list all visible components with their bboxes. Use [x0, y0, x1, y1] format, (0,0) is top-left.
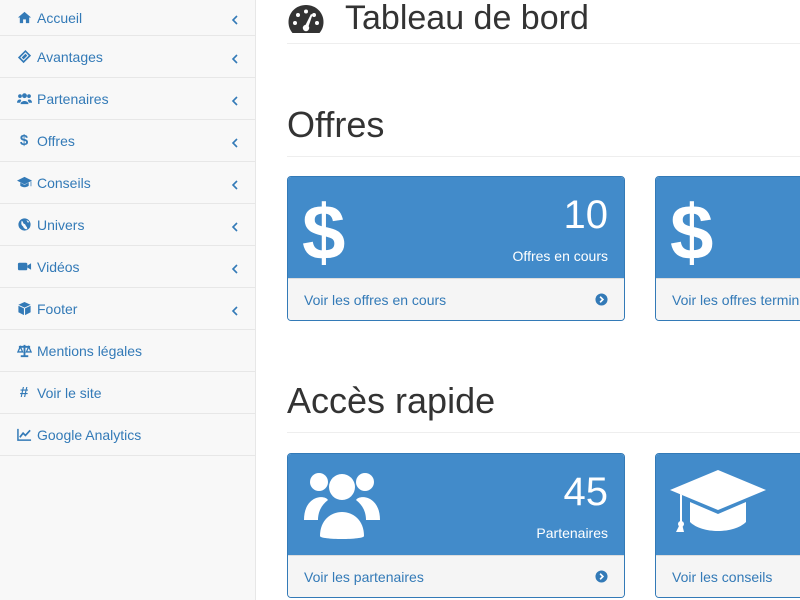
cube-icon [15, 301, 33, 317]
users-icon [304, 473, 380, 539]
sidebar-item-avantages[interactable]: Avantages [0, 36, 255, 78]
arrow-circle-right-icon [595, 570, 608, 583]
panel-heading: $ 10 Offres en cours [288, 177, 624, 278]
chevron-left-icon [231, 177, 241, 190]
video-camera-icon [15, 259, 33, 275]
panel-heading [656, 454, 800, 555]
sidebar-item-partenaires[interactable]: Partenaires [0, 78, 255, 120]
sidebar-item-label: Vidéos [37, 258, 80, 275]
home-icon [15, 10, 33, 26]
sidebar-item-offres[interactable]: $ Offres [0, 120, 255, 162]
chevron-left-icon [231, 93, 241, 106]
panel-link-text: Voir les offres en cours [304, 292, 447, 308]
users-icon [15, 91, 33, 107]
chevron-left-icon [231, 303, 241, 316]
view-offres-terminees-link[interactable]: Voir les offres terminées [656, 278, 800, 320]
panel-heading: $ [656, 177, 800, 278]
panel-link-text: Voir les conseils [672, 569, 773, 585]
view-partenaires-link[interactable]: Voir les partenaires [288, 555, 624, 597]
page-header: Tableau de bord [287, 0, 800, 44]
chevron-left-icon [231, 135, 241, 148]
sidebar-item-label: Voir le site [37, 384, 102, 401]
panel-heading: 45 Partenaires [288, 454, 624, 555]
chevron-left-icon [231, 261, 241, 274]
panel-label: Offres en cours [512, 248, 608, 264]
sidebar: Accueil Avantages Partenaires $ Offres C… [0, 0, 256, 600]
chevron-left-icon [231, 219, 241, 232]
panel-link-text: Voir les partenaires [304, 569, 424, 585]
sidebar-item-label: Avantages [37, 48, 103, 65]
sidebar-item-mentions-legales[interactable]: Mentions légales [0, 330, 255, 372]
sidebar-item-label: Offres [37, 132, 75, 149]
sidebar-item-label: Univers [37, 216, 85, 233]
hashtag-icon: # [19, 384, 29, 401]
sidebar-item-label: Partenaires [37, 90, 109, 107]
dollar-icon: $ [670, 188, 713, 267]
section-title-acces-rapide: Accès rapide [287, 380, 800, 433]
panel-label: Partenaires [536, 525, 608, 541]
panel-count: 10 [563, 193, 609, 237]
panel-partenaires: 45 Partenaires Voir les partenaires [287, 453, 625, 598]
panel-count: 45 [563, 470, 609, 514]
sidebar-item-label: Conseils [37, 174, 91, 191]
page-title: Tableau de bord [345, 0, 589, 37]
panel-link-text: Voir les offres terminées [672, 292, 800, 308]
dollar-icon: $ [302, 188, 345, 267]
dashboard-icon [288, 4, 324, 33]
sidebar-item-videos[interactable]: Vidéos [0, 246, 255, 288]
graduation-cap-icon [670, 470, 766, 532]
view-conseils-link[interactable]: Voir les conseils [656, 555, 800, 597]
sidebar-item-label: Google Analytics [37, 426, 142, 443]
section-title-offres: Offres [287, 104, 800, 157]
panel-offres-en-cours: $ 10 Offres en cours Voir les offres en … [287, 176, 625, 321]
line-chart-icon [15, 427, 33, 443]
panel-conseils: Voir les conseils [655, 453, 800, 598]
sidebar-item-footer[interactable]: Footer [0, 288, 255, 330]
sidebar-item-google-analytics[interactable]: Google Analytics [0, 414, 255, 456]
sidebar-item-conseils[interactable]: Conseils [0, 162, 255, 204]
chevron-left-icon [231, 51, 241, 64]
globe-icon [15, 217, 33, 233]
sidebar-item-univers[interactable]: Univers [0, 204, 255, 246]
ticket-icon [15, 49, 33, 65]
graduation-cap-icon [15, 175, 33, 191]
sidebar-item-accueil[interactable]: Accueil [0, 0, 255, 36]
sidebar-item-label: Footer [37, 300, 78, 317]
svg-text:$: $ [670, 188, 713, 267]
dollar-icon: $ [19, 132, 29, 149]
arrow-circle-right-icon [595, 293, 608, 306]
panel-offres-terminees: $ Voir les offres terminées [655, 176, 800, 321]
chevron-left-icon [231, 12, 241, 25]
view-offres-en-cours-link[interactable]: Voir les offres en cours [288, 278, 624, 320]
sidebar-item-label: Mentions légales [37, 342, 143, 359]
svg-text:$: $ [302, 188, 345, 267]
sidebar-item-label: Accueil [37, 9, 83, 26]
main-content: Tableau de bord Offres $ 10 Offres en co… [257, 0, 800, 600]
sidebar-item-voir-le-site[interactable]: # Voir le site [0, 372, 255, 414]
balance-scale-icon [15, 343, 33, 359]
